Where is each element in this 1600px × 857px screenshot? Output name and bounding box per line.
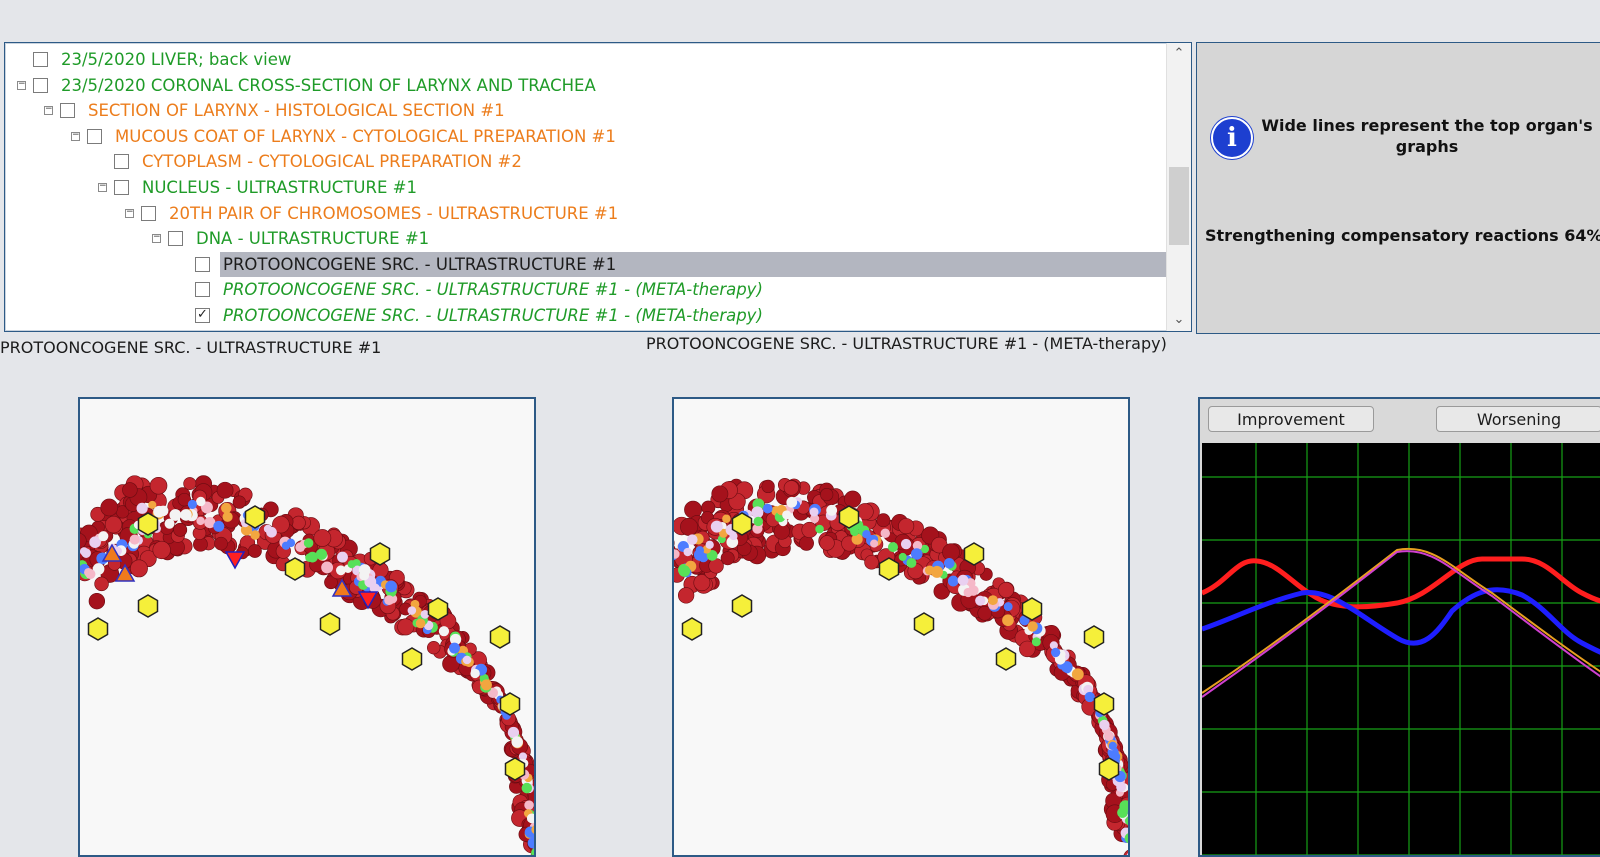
info-panel: i Wide lines represent the top organ's g… (1196, 42, 1600, 334)
marker-hexagon-icon (1085, 626, 1104, 648)
marker-hexagon-icon (286, 558, 305, 580)
tree-item-label: MUCOUS COAT OF LARYNX - CYTOLOGICAL PREP… (112, 124, 619, 150)
tree-item[interactable]: ✓ PROTOONCOGENE SRC. - ULTRASTRUCTURE #1 … (5, 303, 1163, 329)
left-dna-image (78, 397, 536, 857)
marker-hexagon-icon (1023, 598, 1042, 620)
tree-item[interactable]: SECTION OF LARYNX - HISTOLOGICAL SECTION… (5, 98, 1163, 124)
tree-item-label: SECTION OF LARYNX - HISTOLOGICAL SECTION… (85, 98, 508, 124)
tree-item-checkbox[interactable]: ✓ (195, 308, 210, 323)
graph-area (1202, 443, 1600, 857)
tree-item-label: PROTOONCOGENE SRC. - ULTRASTRUCTURE #1 -… (220, 277, 766, 303)
tree-item-label: NUCLEUS - ULTRASTRUCTURE #1 (139, 175, 420, 201)
scroll-thumb[interactable] (1169, 167, 1189, 245)
tree-item-label: CYTOPLASM - CYTOLOGICAL PREPARATION #2 (139, 149, 525, 175)
marker-hexagon-icon (915, 613, 934, 635)
tree-item[interactable]: 23/5/2020 CORONAL CROSS-SECTION OF LARYN… (5, 73, 1163, 99)
graph-series-line (1202, 559, 1600, 607)
marker-hexagon-icon (89, 618, 108, 640)
scroll-up-icon[interactable]: ⌃ (1167, 43, 1191, 65)
right-dna-image (672, 397, 1130, 857)
tree-item[interactable]: MUCOUS COAT OF LARYNX - CYTOLOGICAL PREP… (5, 124, 1163, 150)
tree-item[interactable]: PROTOONCOGENE SRC. - ULTRASTRUCTURE #1 (5, 252, 1163, 278)
tree-item-checkbox[interactable] (114, 154, 129, 169)
marker-hexagon-icon (501, 693, 520, 715)
tree-item-checkbox[interactable] (33, 78, 48, 93)
right-image-caption: PROTOONCOGENE SRC. - ULTRASTRUCTURE #1 -… (646, 334, 1167, 353)
marker-hexagon-icon (371, 543, 390, 565)
marker-hexagon-icon (321, 613, 340, 635)
marker-hexagon-icon (733, 595, 752, 617)
marker-hexagon-icon (491, 626, 510, 648)
marker-hexagon-icon (683, 618, 702, 640)
marker-hexagon-icon (403, 648, 422, 670)
tree-rows: 23/5/2020 LIVER; back view23/5/2020 CORO… (5, 47, 1163, 329)
collapse-icon[interactable] (17, 81, 26, 90)
graph-series-line (1202, 549, 1600, 693)
marker-hexagon-icon (840, 506, 859, 528)
tree-item-label: PROTOONCOGENE SRC. - ULTRASTRUCTURE #1 -… (220, 303, 766, 329)
tree-item-label: 20TH PAIR OF CHROMOSOMES - ULTRASTRUCTUR… (166, 201, 621, 227)
scroll-down-icon[interactable]: ⌄ (1167, 309, 1191, 331)
tree-item[interactable]: NUCLEUS - ULTRASTRUCTURE #1 (5, 175, 1163, 201)
tree-item-checkbox[interactable] (168, 231, 183, 246)
tree-item[interactable]: DNA - ULTRASTRUCTURE #1 (5, 226, 1163, 252)
marker-hexagon-icon (1100, 758, 1119, 780)
collapse-icon[interactable] (125, 209, 134, 218)
collapse-icon[interactable] (71, 132, 80, 141)
info-message: Wide lines represent the top organ's gra… (1257, 115, 1597, 157)
tree-item-label: DNA - ULTRASTRUCTURE #1 (193, 226, 432, 252)
tree-item-checkbox[interactable] (195, 257, 210, 272)
tree-item-label: 23/5/2020 LIVER; back view (58, 47, 294, 73)
marker-triangle-down-icon (226, 552, 244, 568)
tree-item-label: 23/5/2020 CORONAL CROSS-SECTION OF LARYN… (58, 73, 599, 99)
collapse-icon[interactable] (152, 234, 161, 243)
marker-hexagon-icon (246, 506, 265, 528)
worsening-button[interactable]: Worsening (1436, 406, 1600, 432)
compensatory-status: Strengthening compensatory reactions 64% (1205, 226, 1600, 245)
dna-strand-icon (80, 476, 534, 855)
tree-item[interactable]: CYTOPLASM - CYTOLOGICAL PREPARATION #2 (5, 149, 1163, 175)
info-icon: i (1211, 117, 1253, 159)
marker-hexagon-icon (139, 595, 158, 617)
tree-item-checkbox[interactable] (33, 52, 48, 67)
graph-series-line (1202, 551, 1600, 697)
dna-strand-icon (674, 478, 1128, 855)
tree-item-checkbox[interactable] (195, 282, 210, 297)
graph-panel: Improvement Worsening (1198, 397, 1600, 857)
tree-item-checkbox[interactable] (60, 103, 75, 118)
organ-tree-panel[interactable]: 23/5/2020 LIVER; back view23/5/2020 CORO… (4, 42, 1192, 332)
tree-item-label: PROTOONCOGENE SRC. - ULTRASTRUCTURE #1 (220, 252, 1169, 278)
marker-hexagon-icon (965, 543, 984, 565)
tree-item[interactable]: 23/5/2020 LIVER; back view (5, 47, 1163, 73)
marker-hexagon-icon (733, 513, 752, 535)
tree-item-checkbox[interactable] (114, 180, 129, 195)
tree-item[interactable]: 20TH PAIR OF CHROMOSOMES - ULTRASTRUCTUR… (5, 201, 1163, 227)
marker-hexagon-icon (880, 558, 899, 580)
improvement-button[interactable]: Improvement (1208, 406, 1374, 432)
tree-item[interactable]: PROTOONCOGENE SRC. - ULTRASTRUCTURE #1 -… (5, 277, 1163, 303)
marker-hexagon-icon (139, 513, 158, 535)
collapse-icon[interactable] (98, 183, 107, 192)
marker-hexagon-icon (429, 598, 448, 620)
marker-hexagon-icon (997, 648, 1016, 670)
tree-item-checkbox[interactable] (141, 206, 156, 221)
tree-item-checkbox[interactable] (87, 129, 102, 144)
marker-hexagon-icon (506, 758, 525, 780)
left-image-caption: PROTOONCOGENE SRC. - ULTRASTRUCTURE #1 (0, 338, 381, 357)
marker-hexagon-icon (1095, 693, 1114, 715)
tree-scrollbar[interactable]: ⌃ ⌄ (1166, 43, 1191, 331)
collapse-icon[interactable] (44, 106, 53, 115)
